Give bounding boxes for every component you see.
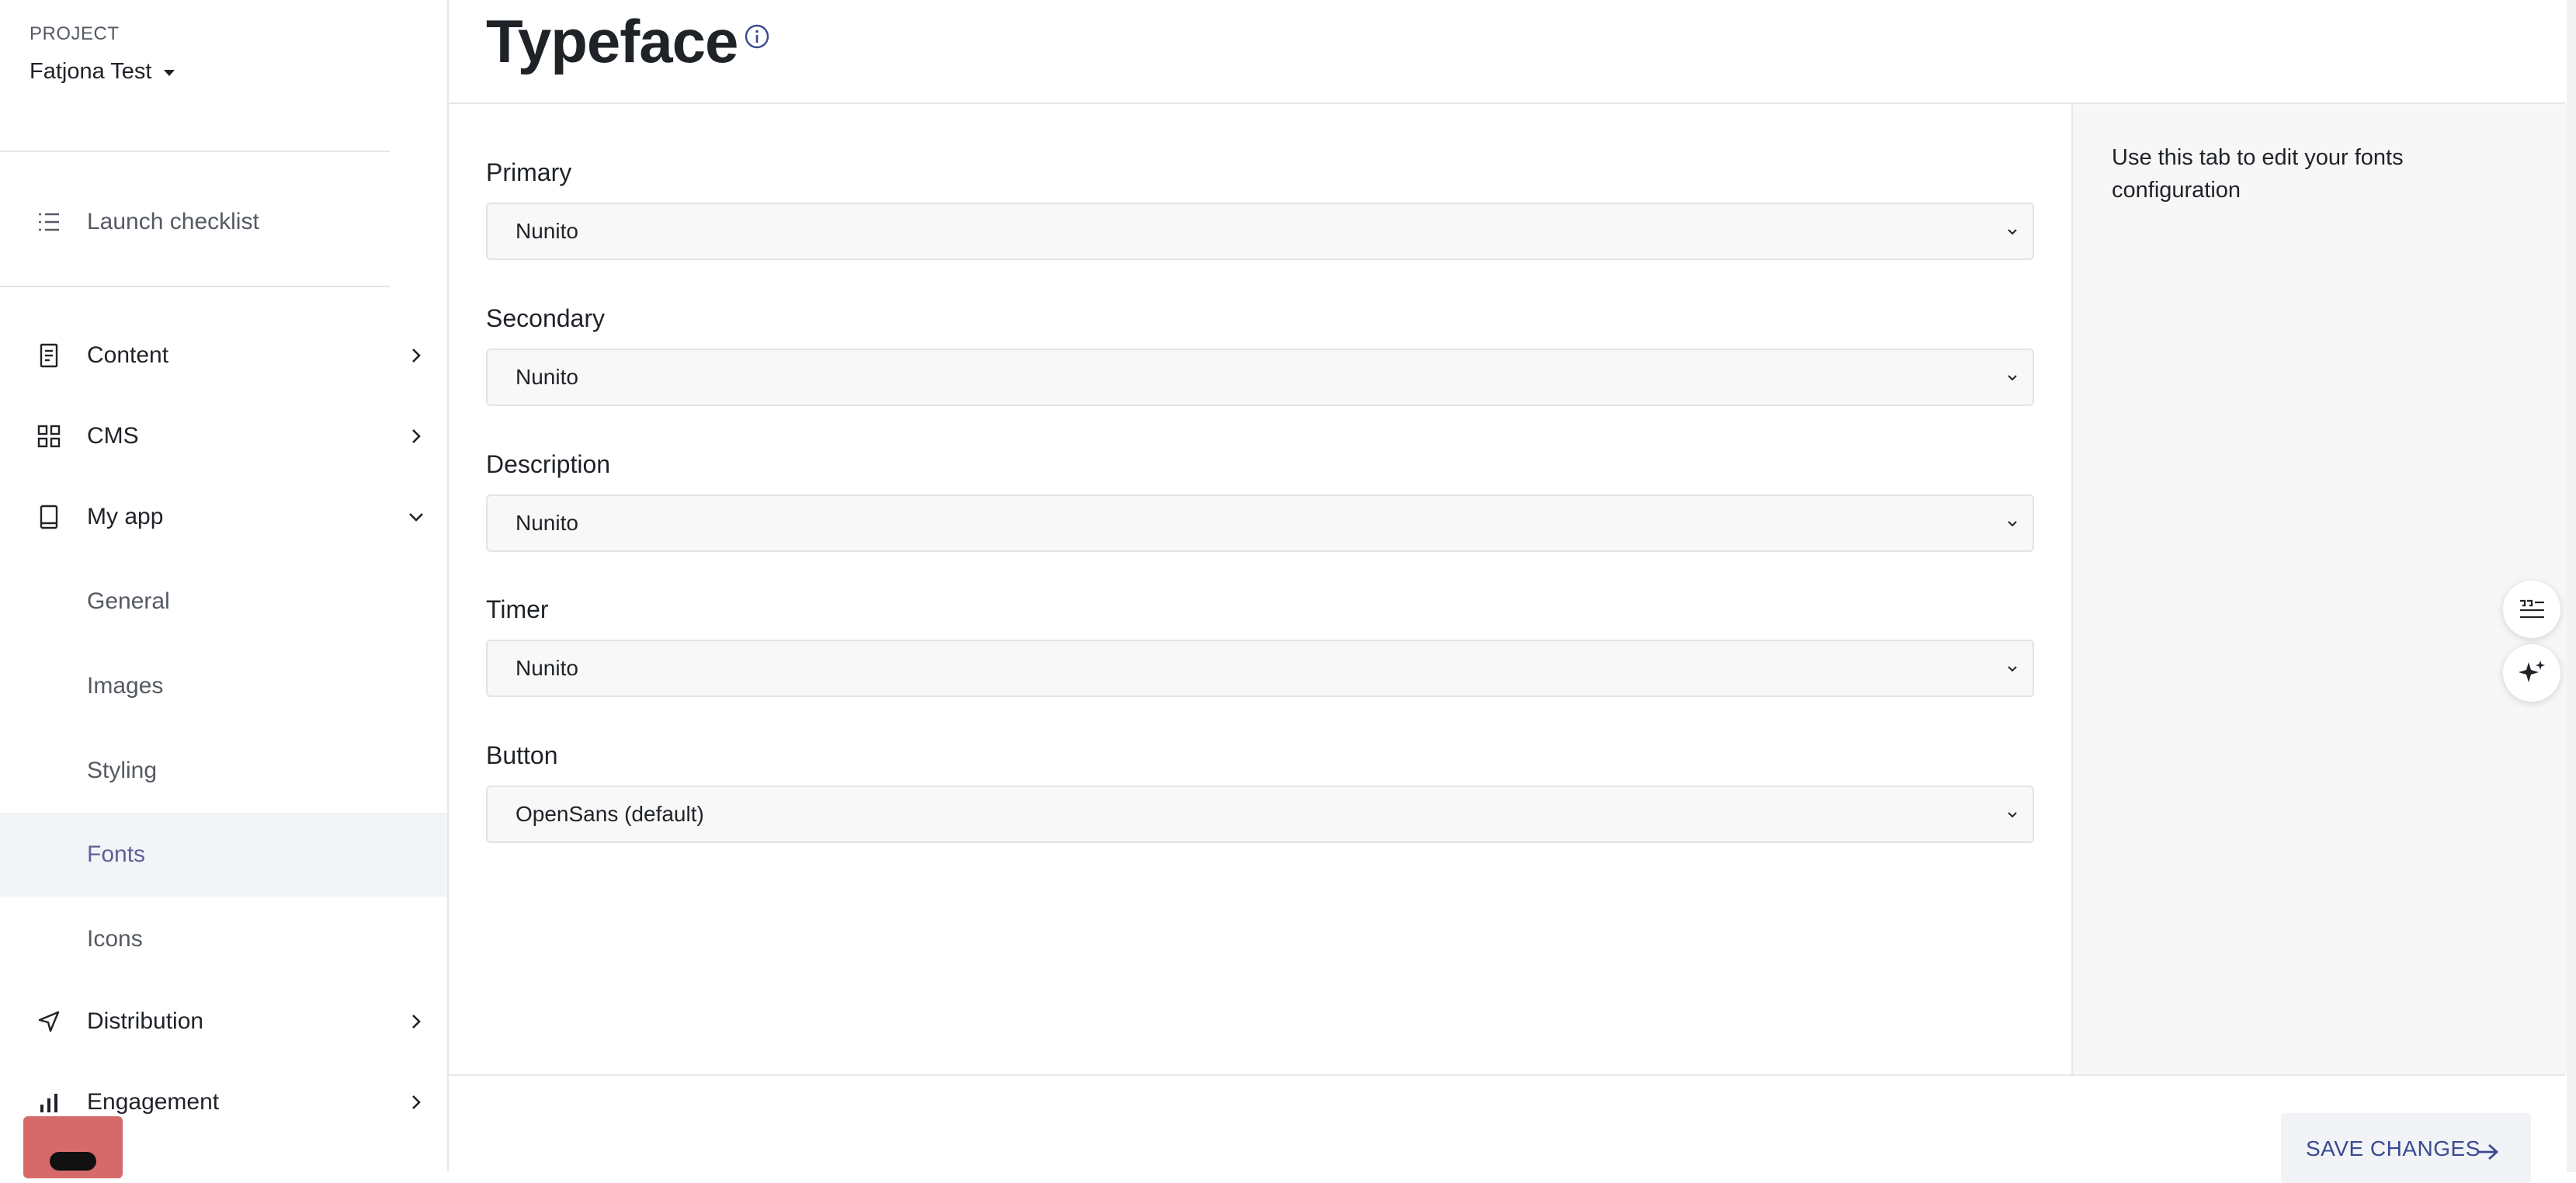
description-font-select[interactable]: Nunito: [486, 494, 2034, 552]
sidebar-subitem-images[interactable]: Images: [0, 644, 447, 728]
chevron-down-icon: [2008, 229, 2017, 235]
launch-checklist-link[interactable]: Launch checklist: [0, 182, 447, 262]
launch-checklist-label: Launch checklist: [87, 209, 259, 234]
sidebar-subitem-styling[interactable]: Styling: [0, 729, 447, 813]
sidebar-subitem-fonts[interactable]: Fonts: [0, 813, 447, 897]
project-name: Fatjona Test: [30, 59, 152, 84]
quote-icon[interactable]: [2503, 581, 2560, 638]
info-icon[interactable]: [744, 23, 770, 50]
sidebar-subitem-label: Images: [87, 673, 164, 699]
sidebar-subitem-general[interactable]: General: [0, 560, 447, 644]
select-value: Nunito: [516, 365, 578, 389]
typeface-form: Primary Nunito Secondary Nunito Descript…: [449, 104, 2071, 1073]
timer-font-select[interactable]: Nunito: [486, 640, 2034, 697]
project-label: PROJECT: [30, 23, 120, 44]
sidebar-item-label: My app: [87, 504, 164, 529]
select-value: Nunito: [516, 511, 578, 535]
save-button-label: SAVE CHANGES: [2306, 1136, 2481, 1160]
list-icon: [36, 209, 62, 235]
chevron-down-icon: [2008, 666, 2017, 672]
field-label-timer: Timer: [486, 595, 549, 623]
field-label-button: Button: [486, 741, 558, 769]
sidebar-subitem-label: Fonts: [87, 841, 146, 867]
footer-divider: [449, 1074, 2565, 1076]
send-icon: [36, 1008, 62, 1035]
field-label-primary: Primary: [486, 158, 572, 186]
sidebar-item-cms[interactable]: CMS: [0, 396, 447, 477]
secondary-font-select[interactable]: Nunito: [486, 349, 2034, 406]
sidebar: PROJECT Fatjona Test Launch checklist Co…: [0, 0, 449, 1178]
grid-icon: [36, 423, 62, 449]
chevron-right-icon: [405, 1091, 427, 1113]
sidebar-subitem-label: Icons: [87, 926, 143, 952]
caret-down-icon: [164, 69, 175, 76]
sparkle-icon[interactable]: [2503, 644, 2560, 702]
arrow-right-icon: [2478, 1143, 2499, 1160]
select-value: OpenSans (default): [516, 802, 704, 826]
document-icon: [36, 342, 62, 369]
chevron-down-icon: [2008, 812, 2017, 818]
select-value: Nunito: [516, 656, 578, 680]
page-title: Typeface: [486, 7, 738, 75]
sidebar-item-my-app[interactable]: My app: [0, 477, 447, 557]
primary-font-select[interactable]: Nunito: [486, 203, 2034, 260]
project-selector[interactable]: Fatjona Test: [30, 59, 175, 85]
help-panel: Use this tab to edit your fonts configur…: [2071, 104, 2567, 1074]
chevron-down-icon: [2008, 375, 2017, 381]
sidebar-item-label: CMS: [87, 423, 139, 449]
page-header: Typeface: [449, 0, 2565, 104]
button-font-select[interactable]: OpenSans (default): [486, 786, 2034, 843]
sidebar-subitem-label: Styling: [87, 758, 158, 783]
chevron-right-icon: [405, 425, 427, 447]
chat-icon: [50, 1152, 96, 1171]
help-text: Use this tab to edit your fonts configur…: [2112, 145, 2404, 203]
chevron-right-icon: [405, 345, 427, 366]
sidebar-subitem-icons[interactable]: Icons: [0, 897, 447, 981]
chevron-right-icon: [405, 1011, 427, 1032]
sidebar-item-label: Engagement: [87, 1089, 220, 1115]
scrollbar-track[interactable]: [2567, 0, 2576, 1172]
sidebar-item-content[interactable]: Content: [0, 315, 447, 396]
chevron-down-icon: [405, 506, 427, 528]
tablet-icon: [36, 504, 62, 530]
help-widget-button[interactable]: [23, 1116, 123, 1178]
chevron-down-icon: [2008, 521, 2017, 527]
sidebar-item-label: Distribution: [87, 1008, 204, 1034]
field-label-secondary: Secondary: [486, 304, 605, 332]
sidebar-subitem-label: General: [87, 588, 170, 614]
field-label-description: Description: [486, 450, 611, 478]
bar-chart-icon: [36, 1089, 62, 1115]
save-changes-button[interactable]: SAVE CHANGES: [2281, 1113, 2531, 1183]
sidebar-item-distribution[interactable]: Distribution: [0, 981, 447, 1062]
sidebar-item-label: Content: [87, 342, 169, 368]
divider: [0, 151, 390, 152]
divider: [0, 286, 390, 287]
select-value: Nunito: [516, 219, 578, 243]
